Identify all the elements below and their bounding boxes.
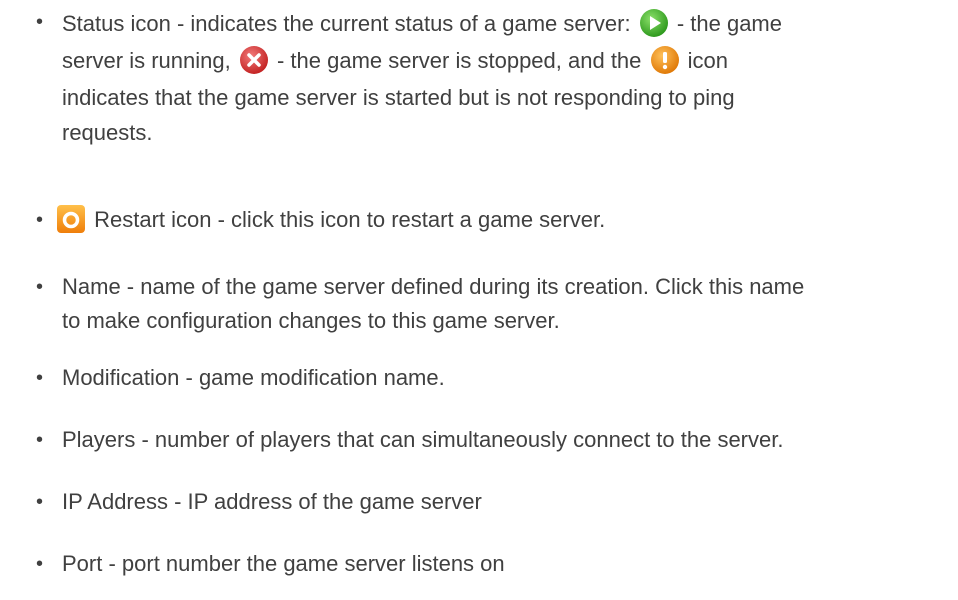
status-line-1-text: Status icon - indicates the current stat… (62, 11, 637, 36)
port-text: Port - port number the game server liste… (62, 551, 505, 576)
ip-address-text: IP Address - IP address of the game serv… (62, 489, 482, 514)
bullet: • (36, 367, 44, 389)
bullet: • (36, 209, 44, 231)
name-line-1: Name - name of the game server defined d… (62, 274, 805, 299)
name-line-2: to make configuration changes to this ga… (62, 308, 560, 333)
document: • Status icon - indicates the current st… (0, 0, 958, 600)
modification-text: Modification - game modification name. (62, 365, 445, 390)
status-line-2-end: icon (681, 48, 728, 73)
restart-icon (56, 204, 86, 234)
error-icon (239, 45, 269, 75)
play-icon (639, 8, 669, 38)
status-line-2-after: - the game server is stopped, and the (270, 48, 648, 73)
restart-text: Restart icon - click this icon to restar… (88, 207, 606, 232)
bullet: • (36, 553, 44, 575)
status-line-2-text: server is running, (62, 48, 237, 73)
players-text: Players - number of players that can sim… (62, 427, 784, 452)
warning-icon (650, 45, 680, 75)
bullet: • (36, 11, 44, 33)
status-line-4: requests. (62, 120, 153, 145)
bullet: • (36, 276, 44, 298)
status-line-3: indicates that the game server is starte… (62, 85, 735, 110)
status-line-1-after: - the game (670, 11, 782, 36)
bullet: • (36, 429, 44, 451)
bullet: • (36, 491, 44, 513)
